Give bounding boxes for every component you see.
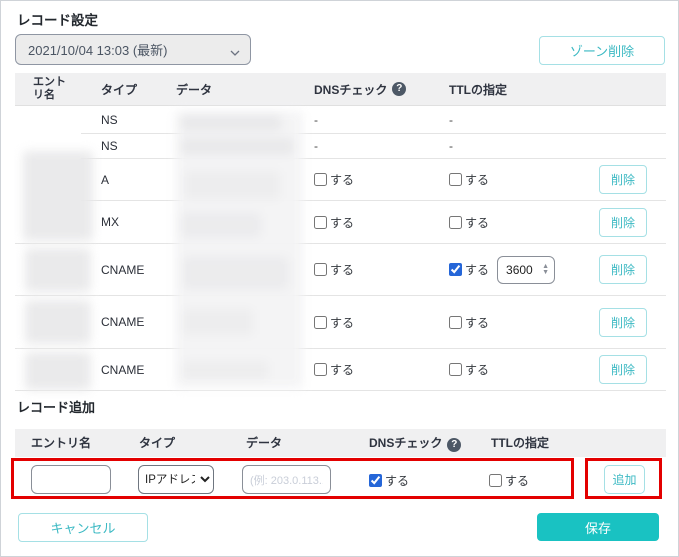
header-data: データ <box>169 73 306 106</box>
version-dropdown[interactable]: 2021/10/04 13:03 (最新) <box>15 34 251 65</box>
record-type: MX <box>101 215 119 229</box>
dns-check-checkbox[interactable]: する <box>314 314 354 331</box>
ttl-checkbox[interactable]: する <box>449 214 489 231</box>
ttl-value-input[interactable]: 3600 ▲▼ <box>497 256 555 284</box>
redacted-entry-name <box>25 352 91 390</box>
save-button[interactable]: 保存 <box>537 513 659 541</box>
table-row: NS - - <box>15 134 666 159</box>
entry-name-input[interactable] <box>31 465 111 494</box>
page-title: レコード設定 <box>17 9 98 29</box>
table-row: CNAME する する 削除 <box>15 296 666 349</box>
table-row: NS - - <box>15 106 666 134</box>
delete-record-button[interactable]: 削除 <box>599 308 647 337</box>
dns-check-checkbox[interactable]: する <box>314 361 354 378</box>
add-header-type: タイプ <box>139 429 175 457</box>
add-header-dns-check: DNSチェック? <box>369 429 461 457</box>
table-row: CNAME する する 3600 ▲▼ 削除 <box>15 244 666 296</box>
add-header-data: データ <box>246 429 282 457</box>
ttl-checkbox[interactable]: する <box>449 314 489 331</box>
help-icon[interactable]: ? <box>392 82 406 96</box>
header-dns-check: DNSチェック <box>314 81 387 98</box>
header-type: タイプ <box>81 73 169 106</box>
record-type: CNAME <box>101 363 144 377</box>
record-settings-panel: レコード設定 2021/10/04 13:03 (最新) ゾーン削除 エントリ名… <box>0 0 679 557</box>
redacted-entry-name <box>25 248 91 292</box>
add-ttl-checkbox[interactable]: する <box>489 472 529 489</box>
add-record-header-row: エントリ名 タイプ データ DNSチェック? TTLの指定 <box>15 429 666 457</box>
redacted-record-data <box>175 111 303 388</box>
record-type: NS <box>101 113 118 127</box>
dns-check-none: - <box>314 139 318 153</box>
dns-check-none: - <box>314 113 318 127</box>
delete-record-button[interactable]: 削除 <box>599 165 647 194</box>
zone-delete-button[interactable]: ゾーン削除 <box>539 36 665 65</box>
dns-check-checkbox[interactable]: する <box>314 171 354 188</box>
delete-record-button[interactable]: 削除 <box>599 208 647 237</box>
spinner-arrows-icon[interactable]: ▲▼ <box>542 264 549 276</box>
redacted-entry-name <box>23 151 93 241</box>
cancel-button[interactable]: キャンセル <box>18 513 148 542</box>
table-header-row: エントリ名 タイプ データ DNSチェック? TTLの指定 <box>15 73 666 106</box>
record-type: CNAME <box>101 315 144 329</box>
add-header-ttl: TTLの指定 <box>491 429 549 457</box>
table-row: MX する する 削除 <box>15 201 666 244</box>
redacted-entry-name <box>25 300 91 344</box>
add-record-button[interactable]: 追加 <box>604 465 645 494</box>
chevron-down-icon <box>230 45 240 55</box>
ttl-checkbox[interactable]: する <box>449 361 489 378</box>
data-input[interactable] <box>242 465 331 494</box>
header-ttl: TTLの指定 <box>436 73 591 106</box>
ttl-none: - <box>449 139 453 153</box>
add-record-title: レコード追加 <box>17 397 95 416</box>
table-row: CNAME する する 削除 <box>15 349 666 391</box>
delete-record-button[interactable]: 削除 <box>599 355 647 384</box>
ttl-none: - <box>449 113 453 127</box>
ttl-checkbox[interactable]: する <box>449 261 489 278</box>
add-header-entry: エントリ名 <box>31 429 91 457</box>
record-type: CNAME <box>101 263 144 277</box>
table-row: A する する 削除 <box>15 159 666 201</box>
version-dropdown-value: 2021/10/04 13:03 (最新) <box>28 40 230 59</box>
record-table: エントリ名 タイプ データ DNSチェック? TTLの指定 NS - - NS … <box>15 73 666 391</box>
ttl-checkbox[interactable]: する <box>449 171 489 188</box>
add-dns-check-checkbox[interactable]: する <box>369 472 409 489</box>
record-type: A <box>101 173 109 187</box>
header-entry-name: エントリ名 <box>33 76 69 102</box>
help-icon[interactable]: ? <box>447 438 461 452</box>
delete-record-button[interactable]: 削除 <box>599 255 647 284</box>
record-type: NS <box>101 139 118 153</box>
dns-check-checkbox[interactable]: する <box>314 214 354 231</box>
dns-check-checkbox[interactable]: する <box>314 261 354 278</box>
type-select[interactable]: IPアドレス <box>138 465 214 494</box>
